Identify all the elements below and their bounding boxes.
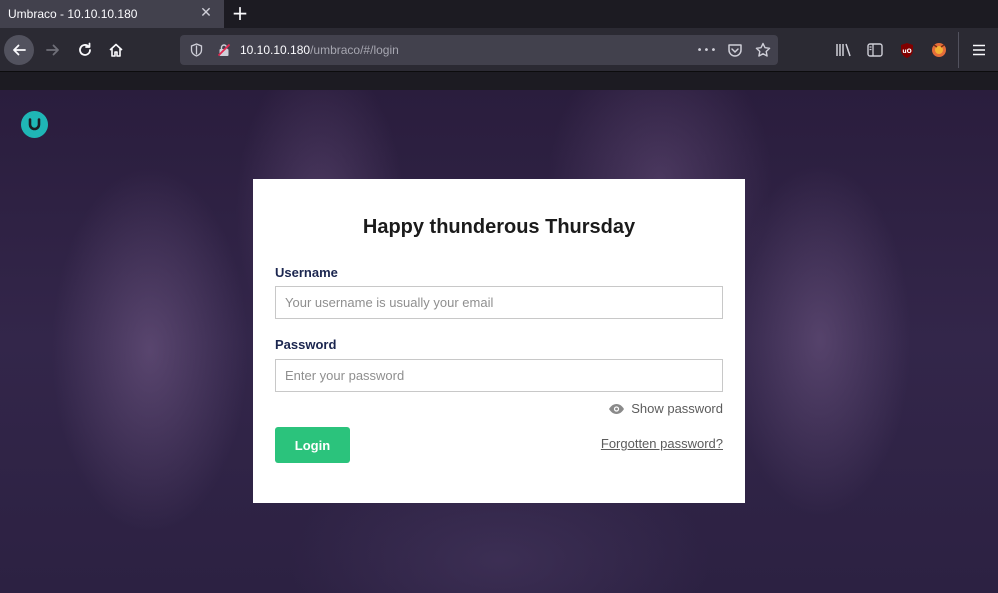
back-arrow-icon bbox=[13, 44, 26, 56]
extension-fox-icon[interactable] bbox=[929, 40, 949, 60]
home-button[interactable] bbox=[101, 35, 131, 65]
sidebar-icon[interactable] bbox=[865, 40, 885, 60]
greeting-heading: Happy thunderous Thursday bbox=[362, 216, 636, 238]
insecure-lock-icon[interactable] bbox=[216, 42, 232, 58]
pocket-icon[interactable] bbox=[727, 42, 743, 58]
tab-title: Umbraco - 10.10.10.180 bbox=[8, 7, 138, 21]
navigation-toolbar: 10.10.10.180/umbraco/#/login ••• uO bbox=[0, 28, 998, 72]
page-actions-icon[interactable]: ••• bbox=[696, 42, 718, 58]
forgotten-password-link[interactable]: Forgotten password? bbox=[601, 436, 723, 451]
reload-icon bbox=[79, 42, 91, 56]
tab-close-icon[interactable]: ✕ bbox=[198, 5, 214, 21]
eye-icon bbox=[609, 403, 625, 414]
ublock-icon[interactable]: uO bbox=[897, 40, 917, 60]
tab-umbraco[interactable]: Umbraco - 10.10.10.180 ✕ bbox=[0, 0, 224, 28]
tracking-shield-icon[interactable] bbox=[188, 42, 204, 58]
password-label: Password bbox=[275, 337, 337, 352]
url-host: 10.10.10.180 bbox=[240, 43, 311, 57]
login-card: Happy thunderous Thursday Username Passw… bbox=[253, 179, 745, 503]
tab-strip: Umbraco - 10.10.10.180 ✕ + bbox=[0, 0, 998, 28]
menu-hamburger-icon[interactable] bbox=[969, 40, 989, 60]
library-icon[interactable] bbox=[834, 40, 854, 60]
back-button[interactable] bbox=[4, 35, 34, 65]
svg-text:uO: uO bbox=[902, 48, 911, 55]
login-button[interactable]: Login bbox=[275, 427, 350, 463]
forward-arrow-icon bbox=[46, 44, 59, 56]
username-input[interactable] bbox=[275, 286, 723, 319]
show-password-label: Show password bbox=[631, 401, 723, 416]
url-text[interactable]: 10.10.10.180/umbraco/#/login bbox=[240, 43, 399, 57]
url-bar[interactable]: 10.10.10.180/umbraco/#/login ••• bbox=[180, 35, 778, 65]
toolbar-divider bbox=[958, 32, 959, 68]
username-label: Username bbox=[275, 265, 338, 280]
login-page: Happy thunderous Thursday Username Passw… bbox=[0, 90, 998, 593]
forward-button[interactable] bbox=[38, 35, 68, 65]
reload-button[interactable] bbox=[70, 35, 100, 65]
home-icon bbox=[109, 43, 123, 57]
show-password-toggle[interactable]: Show password bbox=[608, 401, 723, 416]
new-tab-button[interactable]: + bbox=[229, 3, 251, 25]
bookmark-star-icon[interactable] bbox=[755, 42, 771, 58]
password-input[interactable] bbox=[275, 359, 723, 392]
url-path: /umbraco/#/login bbox=[310, 43, 399, 57]
umbraco-logo bbox=[21, 111, 48, 138]
